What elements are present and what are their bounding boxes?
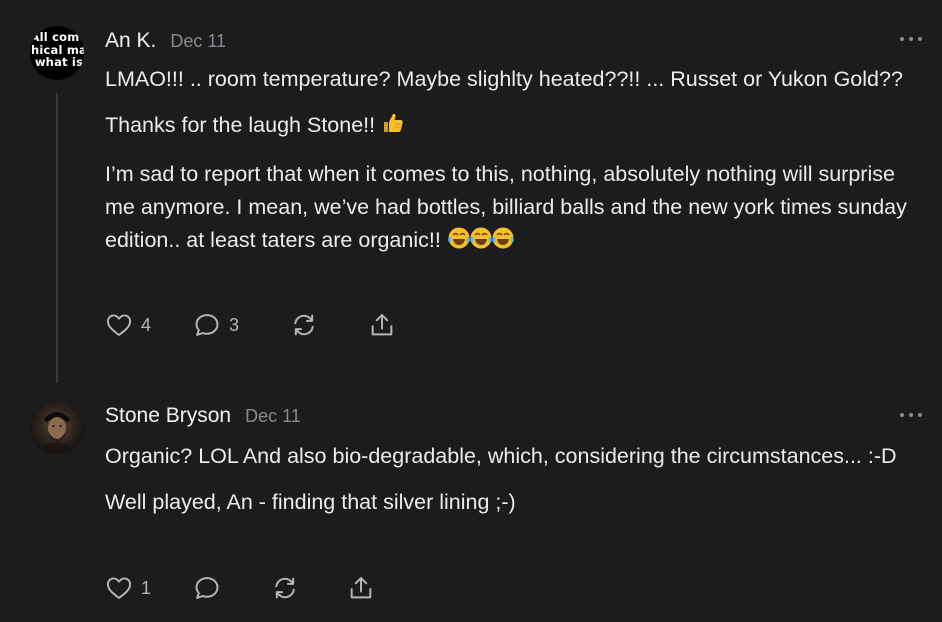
paragraph-text: LMAO!!! .. room temperature? Maybe sligh… xyxy=(105,67,903,91)
heart-icon xyxy=(106,577,132,599)
reply-count: 3 xyxy=(229,314,240,335)
more-dots-icon xyxy=(900,37,904,41)
more-dot xyxy=(918,413,922,417)
share-icon xyxy=(350,577,372,599)
thumbs-up-emoji xyxy=(381,111,405,145)
avatar[interactable]: All come hical ma what is xyxy=(30,26,84,80)
more-dot xyxy=(918,37,922,41)
more-options-button[interactable] xyxy=(900,36,922,42)
comment-header: An K. Dec 11 xyxy=(105,29,226,53)
comment-date[interactable]: Dec 11 xyxy=(170,31,226,52)
comment-header: Stone Bryson Dec 11 xyxy=(105,404,301,428)
paragraph-text: Well played, An - finding that silver li… xyxy=(105,490,516,514)
comment-body: LMAO!!! .. room temperature? Maybe sligh… xyxy=(105,63,925,273)
comment-an-k: All come hical ma what is An K. Dec 11 L… xyxy=(0,0,942,395)
avatar-text-line: what is xyxy=(34,55,84,69)
comment-paragraph: I’m sad to report that when it comes to … xyxy=(105,158,925,260)
share-icon xyxy=(371,314,393,336)
like-button[interactable]: 1 xyxy=(105,573,151,603)
restack-icon xyxy=(294,314,314,336)
paragraph-text: Thanks for the laugh Stone!! xyxy=(105,113,376,137)
reply-button[interactable]: 3 xyxy=(193,310,239,340)
tears-of-joy-emoji xyxy=(447,226,519,260)
comment-bubble-icon xyxy=(195,314,219,336)
restack-button[interactable] xyxy=(271,573,299,603)
paragraph-text: Organic? LOL And also bio-degradable, wh… xyxy=(105,444,897,468)
comment-paragraph: Organic? LOL And also bio-degradable, wh… xyxy=(105,440,925,473)
comment-paragraph: LMAO!!! .. room temperature? Maybe sligh… xyxy=(105,63,925,96)
avatar-text-line: All come xyxy=(30,30,84,44)
comment-paragraph: Thanks for the laugh Stone!! xyxy=(105,109,925,145)
share-button[interactable] xyxy=(347,573,375,603)
share-button[interactable] xyxy=(368,310,396,340)
author-name[interactable]: An K. xyxy=(105,29,156,53)
reply-button[interactable] xyxy=(193,573,229,603)
restack-icon xyxy=(275,577,295,599)
comment-date[interactable]: Dec 11 xyxy=(245,406,301,427)
author-name[interactable]: Stone Bryson xyxy=(105,404,231,428)
comment-body: Organic? LOL And also bio-degradable, wh… xyxy=(105,440,925,532)
like-count: 4 xyxy=(141,314,152,335)
avatar[interactable] xyxy=(30,401,84,455)
more-options-button[interactable] xyxy=(900,412,922,418)
thread-line xyxy=(56,93,58,383)
like-count: 1 xyxy=(141,577,152,598)
comment-bubble-icon xyxy=(195,577,219,599)
more-dot xyxy=(909,413,913,417)
comment-stone-bryson: Stone Bryson Dec 11 Organic? LOL And als… xyxy=(0,395,942,622)
avatar-text: All come hical ma what is xyxy=(30,31,84,69)
like-button[interactable]: 4 xyxy=(105,310,151,340)
avatar-portrait xyxy=(40,412,74,455)
comment-paragraph: Well played, An - finding that silver li… xyxy=(105,486,925,519)
restack-button[interactable] xyxy=(290,310,318,340)
heart-icon xyxy=(106,314,132,336)
more-dots-icon xyxy=(900,413,904,417)
more-dot xyxy=(909,37,913,41)
